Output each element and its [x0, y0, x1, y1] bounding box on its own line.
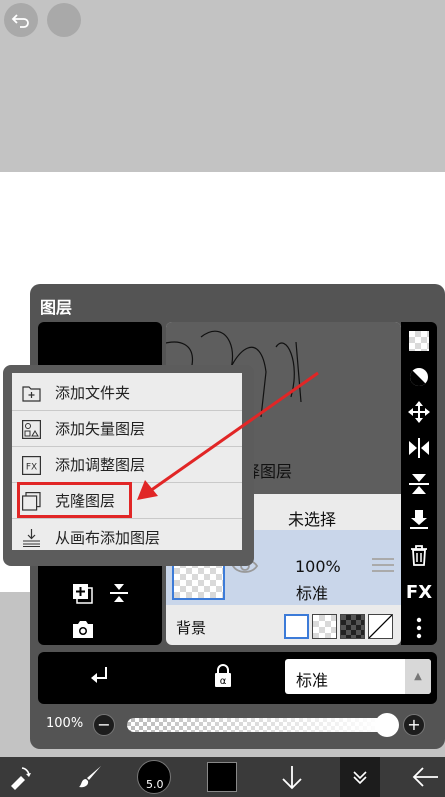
- vector-layer-icon: [22, 420, 41, 439]
- arrow-down-icon: [282, 766, 302, 790]
- blend-dropdown-arrow-icon[interactable]: ▲: [405, 659, 431, 694]
- adjustment-layer-icon: FX: [22, 456, 41, 475]
- more-options-button[interactable]: [401, 614, 437, 642]
- merge-down-icon: [110, 584, 128, 602]
- background-transparent-swatch[interactable]: [312, 614, 337, 639]
- clipping-arrow-icon: [91, 667, 107, 683]
- camera-icon: [73, 621, 93, 638]
- invert-icon: [410, 368, 428, 386]
- flip-horizontal-icon: [409, 438, 429, 458]
- layer-blend-mode: 标准: [296, 584, 329, 603]
- arrow-left-icon: [412, 767, 438, 787]
- alpha-lock-icon: α: [215, 664, 231, 687]
- opacity-label: 100%: [46, 716, 84, 731]
- menu-item-label: 添加文件夹: [55, 384, 131, 402]
- fx-label: FX: [405, 581, 433, 603]
- flip-vertical-icon: [409, 474, 429, 494]
- transform-tool-button[interactable]: [0, 757, 40, 797]
- background-none-swatch[interactable]: [368, 614, 393, 639]
- svg-text:α: α: [220, 676, 227, 687]
- panel-title: 图层: [40, 298, 73, 317]
- merge-down-button[interactable]: [401, 505, 437, 533]
- layers-button[interactable]: [340, 757, 380, 797]
- double-chevron-down-icon: [353, 771, 367, 785]
- redo-button[interactable]: [47, 3, 81, 37]
- layer-down-button[interactable]: [272, 757, 312, 797]
- layer-from-canvas-icon: [22, 528, 41, 547]
- alpha-lock-button[interactable]: α: [212, 664, 234, 688]
- brush-icon: [79, 766, 101, 788]
- transform-icon: [11, 767, 31, 790]
- menu-item-label: 从画布添加图层: [55, 528, 161, 547]
- minus-icon: −: [97, 715, 111, 734]
- checker-icon: [409, 331, 429, 351]
- add-layer-button[interactable]: [70, 581, 94, 605]
- flip-vertical-button[interactable]: [401, 470, 437, 498]
- brush-size-button[interactable]: 5.0: [136, 757, 172, 797]
- transparency-lock-button[interactable]: [401, 327, 437, 355]
- brush-tool-button[interactable]: [70, 757, 110, 797]
- undo-icon: [11, 14, 29, 28]
- opacity-slider-gradient: [127, 718, 385, 732]
- layer-opacity: 100%: [295, 557, 341, 576]
- fx-button[interactable]: FX: [401, 578, 437, 606]
- brush-size-circle: 5.0: [137, 760, 171, 794]
- move-icon: [408, 401, 430, 423]
- opacity-slider-knob[interactable]: [375, 713, 399, 737]
- blend-mode-value: 标准: [296, 671, 329, 690]
- background-label: 背景: [176, 619, 207, 637]
- annotation-arrow-icon: [137, 371, 319, 500]
- plus-icon: +: [407, 715, 421, 734]
- menu-item-add-layer-from-canvas[interactable]: 从画布添加图层: [12, 519, 242, 555]
- slash-icon: [368, 614, 393, 639]
- svg-text:FX: FX: [26, 463, 37, 473]
- brush-size-value: 5.0: [146, 778, 164, 791]
- current-color-swatch: [207, 762, 237, 792]
- more-vertical-icon: [416, 617, 422, 639]
- download-icon: [410, 510, 428, 529]
- background-white-swatch[interactable]: [284, 614, 309, 639]
- back-button[interactable]: [405, 757, 445, 797]
- color-button[interactable]: [202, 757, 242, 797]
- unselect-label[interactable]: 未选择: [288, 506, 336, 530]
- opacity-increase-button[interactable]: +: [403, 714, 425, 736]
- delete-layer-button[interactable]: [401, 541, 437, 569]
- camera-button[interactable]: [71, 619, 95, 639]
- add-folder-icon: [22, 384, 41, 403]
- move-button[interactable]: [401, 398, 437, 426]
- drag-handle-icon[interactable]: [372, 558, 394, 572]
- merge-layer-button[interactable]: [107, 581, 131, 605]
- background-dark-swatch[interactable]: [340, 614, 365, 639]
- add-layer-icon: [73, 584, 93, 604]
- clipping-button[interactable]: [88, 664, 110, 688]
- highlight-box: [17, 482, 132, 518]
- opacity-decrease-button[interactable]: −: [93, 714, 115, 736]
- flip-horizontal-button[interactable]: [401, 434, 437, 462]
- invert-button[interactable]: [401, 363, 437, 391]
- undo-button[interactable]: [4, 3, 38, 37]
- trash-icon: [411, 545, 427, 566]
